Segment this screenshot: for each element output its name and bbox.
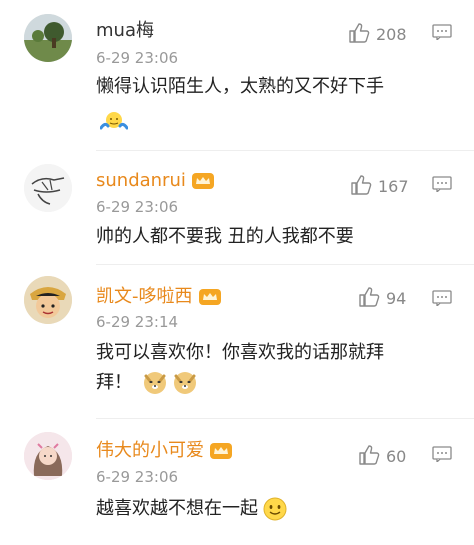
username[interactable]: mua梅 [96, 20, 154, 42]
like-count: 60 [386, 447, 407, 466]
comment-text: 我可以喜欢你！你喜欢我的话那就拜 拜！ [96, 338, 456, 398]
username-text: sundanrui [96, 170, 186, 191]
vip-crown-icon [198, 289, 221, 305]
thumbs-up-icon [359, 445, 380, 465]
like-count: 167 [378, 177, 409, 196]
reply-icon[interactable] [432, 176, 452, 192]
comment-time: 6-29 23:06 [96, 49, 179, 67]
vip-crown-icon [191, 173, 214, 189]
thumbs-up-icon [359, 287, 380, 307]
comment-time: 6-29 23:06 [96, 198, 179, 216]
reply-icon[interactable] [432, 446, 452, 462]
reply-icon[interactable] [432, 290, 452, 306]
like-button[interactable]: 94 [358, 286, 406, 309]
user-avatar[interactable] [24, 432, 72, 480]
comment-text-content: 越喜欢越不想在一起 [96, 498, 258, 519]
user-avatar[interactable] [24, 164, 72, 212]
comment-text: 懒得认识陌生人，太熟的又不好下手 [96, 72, 456, 102]
like-count: 94 [386, 289, 407, 308]
cartoon-boy-avatar-icon [24, 276, 72, 324]
comment-text: 越喜欢越不想在一起 [96, 494, 456, 524]
thumbs-up-icon [349, 23, 370, 43]
hand-drawing-avatar-icon [24, 164, 72, 212]
doge-emoji-icon [173, 372, 196, 394]
like-button[interactable]: 60 [358, 444, 406, 467]
doge-emoji-icon [143, 372, 166, 394]
username[interactable]: 凯文-哆啦西 [96, 286, 221, 308]
like-count: 208 [376, 25, 407, 44]
username[interactable]: sundanrui [96, 170, 214, 192]
comment-text-content: 拜！ [96, 372, 132, 393]
comment-text-line: 我可以喜欢你！你喜欢我的话那就拜 [96, 342, 384, 363]
user-avatar[interactable] [24, 276, 72, 324]
landscape-avatar-icon [24, 14, 72, 62]
girl-avatar-icon [24, 432, 72, 480]
username-text: 伟大的小可爱 [96, 440, 204, 461]
like-button[interactable]: 167 [350, 174, 409, 197]
smile-emoji-icon [263, 497, 287, 521]
username-text: 凯文-哆啦西 [96, 286, 193, 307]
comment-text-content: 懒得认识陌生人，太熟的又不好下手 [96, 76, 384, 97]
user-avatar[interactable] [24, 14, 72, 62]
comment-text-line: 拜！ [96, 368, 456, 398]
divider [96, 150, 474, 151]
username[interactable]: 伟大的小可爱 [96, 440, 232, 462]
divider [96, 264, 474, 265]
comment-time: 6-29 23:06 [96, 468, 179, 486]
shrug-emoji-icon [100, 112, 128, 130]
reply-icon[interactable] [432, 24, 452, 40]
comment-text: 帅的人都不要我 丑的人我都不要 [96, 226, 354, 247]
vip-crown-icon [210, 443, 232, 459]
like-button[interactable]: 208 [348, 22, 407, 45]
comment-time: 6-29 23:14 [96, 313, 179, 331]
thumbs-up-icon [351, 175, 372, 195]
divider [96, 418, 474, 419]
